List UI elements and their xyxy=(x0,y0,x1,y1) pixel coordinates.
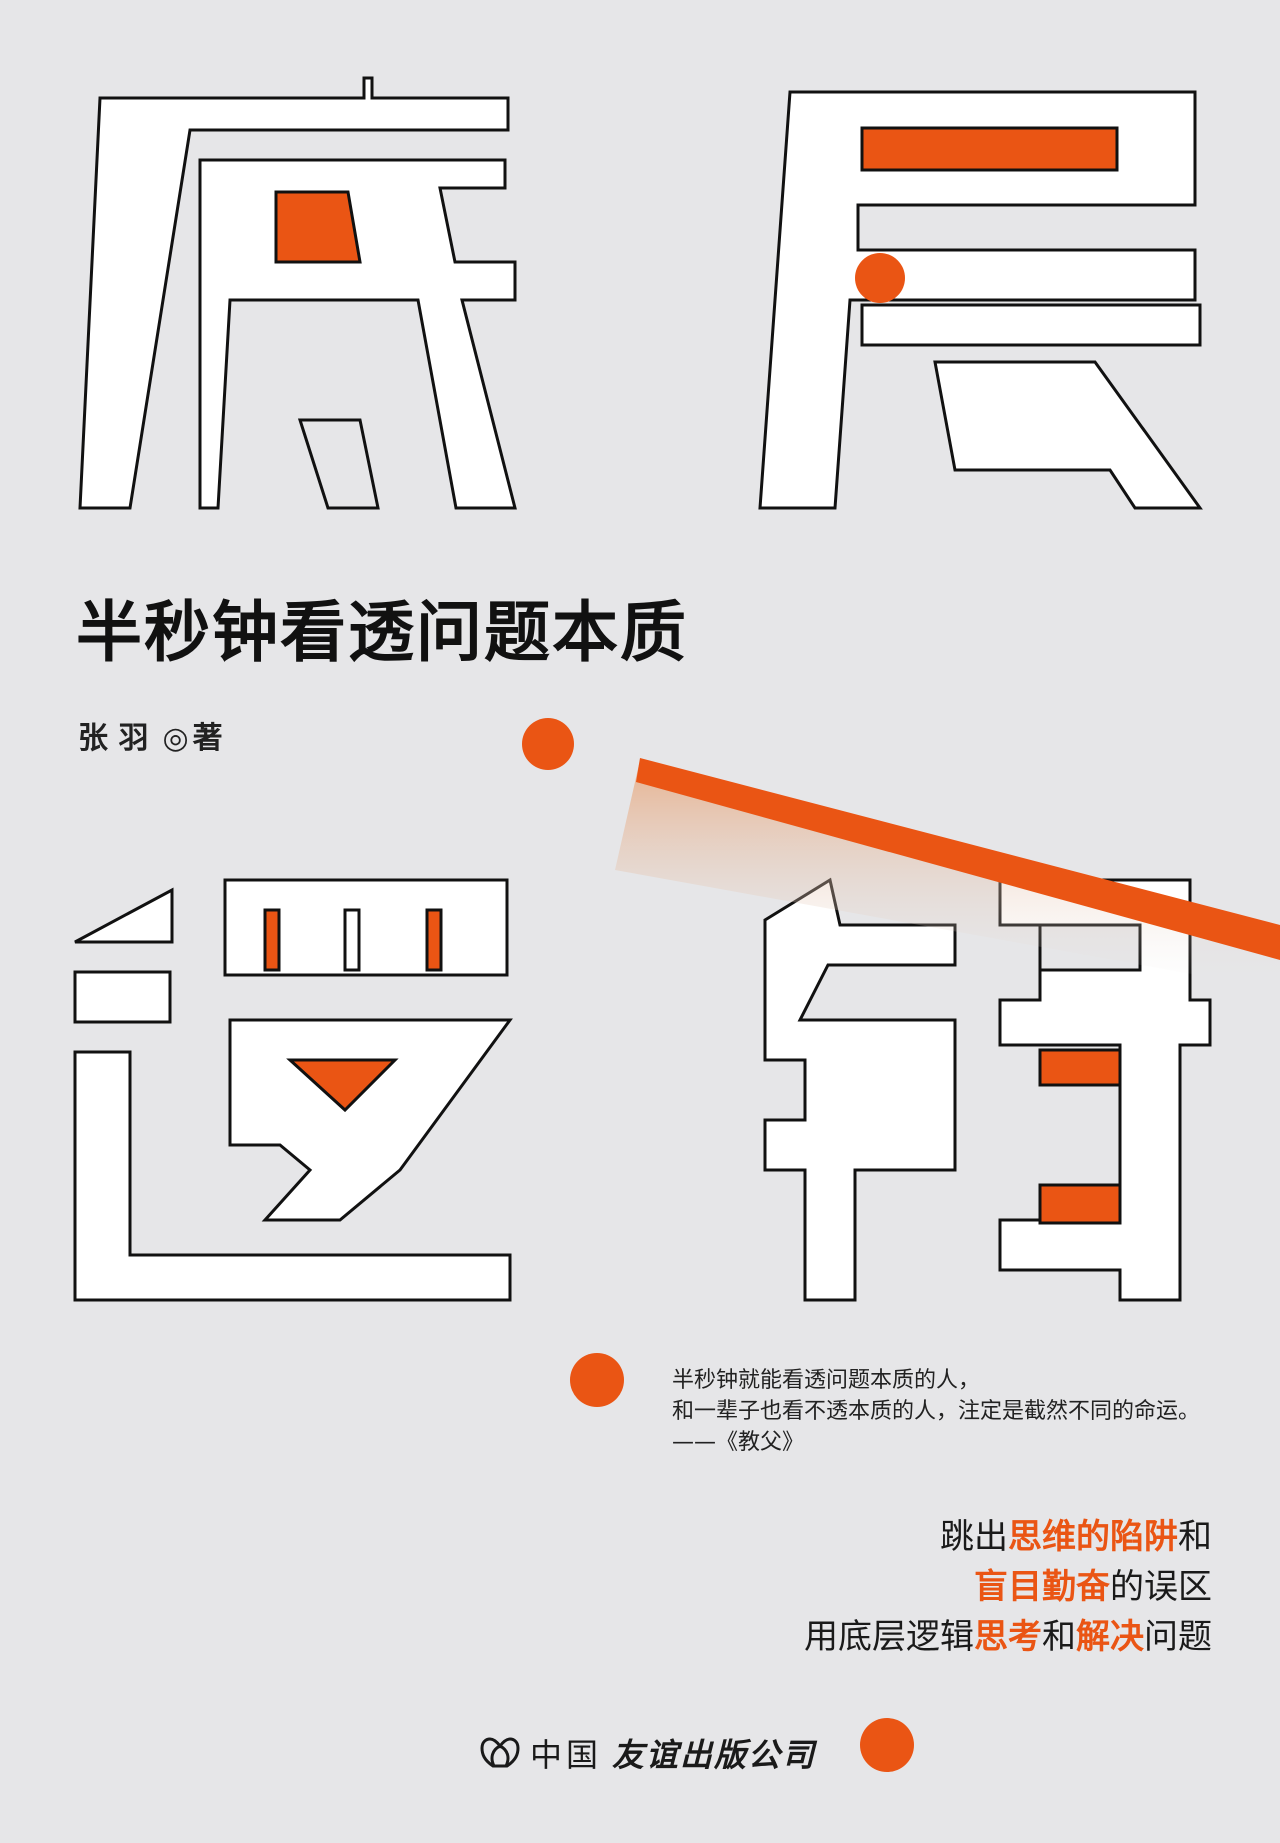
slogan: 跳出思维的陷阱和 盲目勤奋的误区 用底层逻辑思考和解决问题 xyxy=(804,1512,1212,1662)
author-role: 著 xyxy=(192,721,223,756)
slogan-line-2: 盲目勤奋的误区 xyxy=(974,1567,1212,1607)
heart-logo-icon xyxy=(480,1737,520,1768)
accent-dot xyxy=(855,253,905,303)
quote-line-1: 半秒钟就能看透问题本质的人， xyxy=(672,1368,981,1393)
publisher-name: 友谊出版公司 xyxy=(612,1736,817,1774)
author-separator: ◎ xyxy=(162,721,189,756)
accent-dot xyxy=(860,1718,914,1772)
slogan-line-3: 用底层逻辑思考和解决问题 xyxy=(804,1617,1212,1657)
epigraph-quote: 半秒钟就能看透问题本质的人， 和一辈子也看不透本质的人，注定是截然不同的命运。 … xyxy=(672,1365,1200,1458)
book-subtitle: 半秒钟看透问题本质 xyxy=(76,594,688,671)
quote-line-2: 和一辈子也看不透本质的人，注定是截然不同的命运。 xyxy=(672,1399,1201,1424)
author-name: 张 羽 xyxy=(78,721,149,756)
author-line: 张 羽 ◎ 著 xyxy=(78,724,223,754)
slogan-line-1: 跳出思维的陷阱和 xyxy=(940,1517,1212,1557)
accent-dot xyxy=(522,718,574,770)
publisher: 中国 友谊出版公司 xyxy=(480,1730,816,1776)
book-cover: 半秒钟看透问题本质 张 羽 ◎ 著 半秒钟就能看透问题本质的人， 和一辈子也看不透本… xyxy=(0,0,1280,1843)
quote-source: ——《教父》 xyxy=(672,1430,805,1455)
title-char-luo xyxy=(73,878,513,1302)
title-char-di xyxy=(78,76,517,510)
accent-dot xyxy=(570,1353,624,1407)
title-char-ceng xyxy=(758,90,1203,510)
publisher-name-prefix: 中国 xyxy=(530,1736,603,1774)
